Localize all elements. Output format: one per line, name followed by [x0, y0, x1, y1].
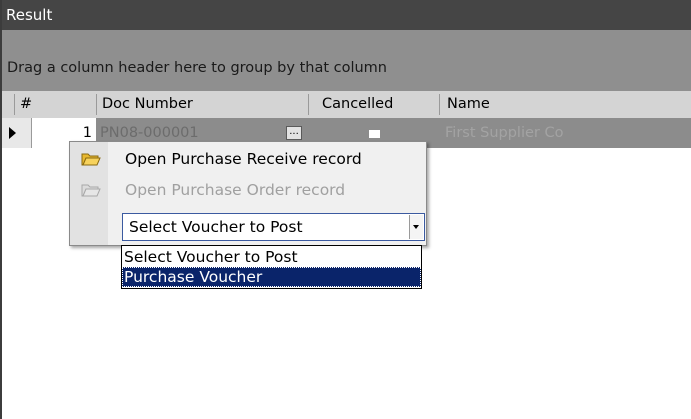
column-separator	[14, 94, 15, 115]
row-indicator[interactable]	[2, 118, 32, 148]
doc-lookup-button[interactable]: ...	[286, 126, 302, 140]
folder-open-icon	[81, 184, 101, 197]
grid-header: # Doc Number Cancelled Name	[2, 91, 691, 118]
menu-item-open-purchase-receive[interactable]: Open Purchase Receive record	[70, 144, 426, 174]
group-by-panel[interactable]: Drag a column header here to group by th…	[2, 30, 691, 91]
current-row-arrow-icon	[9, 127, 16, 139]
column-separator	[96, 94, 97, 115]
group-hint-text: Drag a column header here to group by th…	[7, 60, 387, 76]
voucher-dropdown-button[interactable]	[409, 215, 423, 239]
column-header-cancelled[interactable]: Cancelled	[318, 91, 438, 118]
voucher-select-value: Select Voucher to Post	[129, 218, 303, 236]
voucher-select[interactable]: Select Voucher to Post	[122, 213, 425, 241]
menu-item-label: Open Purchase Receive record	[125, 150, 362, 168]
column-header-doc-number[interactable]: Doc Number	[98, 91, 308, 118]
voucher-options-list: Select Voucher to Post Purchase Voucher	[121, 245, 422, 289]
panel-title: Result	[2, 0, 691, 30]
folder-open-icon	[81, 153, 101, 166]
context-menu: Open Purchase Receive record Open Purcha…	[69, 141, 427, 246]
column-header-name[interactable]: Name	[443, 91, 683, 118]
result-window: Result Drag a column header here to grou…	[0, 0, 691, 419]
menu-item-open-purchase-order[interactable]: Open Purchase Order record	[70, 175, 426, 205]
column-separator	[439, 94, 440, 115]
cell-name[interactable]: First Supplier Co	[445, 118, 685, 148]
column-separator	[308, 94, 309, 115]
chevron-down-icon	[413, 225, 419, 229]
voucher-option-select[interactable]: Select Voucher to Post	[122, 247, 421, 267]
voucher-option-purchase-voucher[interactable]: Purchase Voucher	[122, 267, 421, 287]
cancelled-checkbox[interactable]	[369, 130, 380, 138]
column-header-number[interactable]: #	[16, 91, 94, 118]
menu-item-label: Open Purchase Order record	[125, 181, 346, 199]
